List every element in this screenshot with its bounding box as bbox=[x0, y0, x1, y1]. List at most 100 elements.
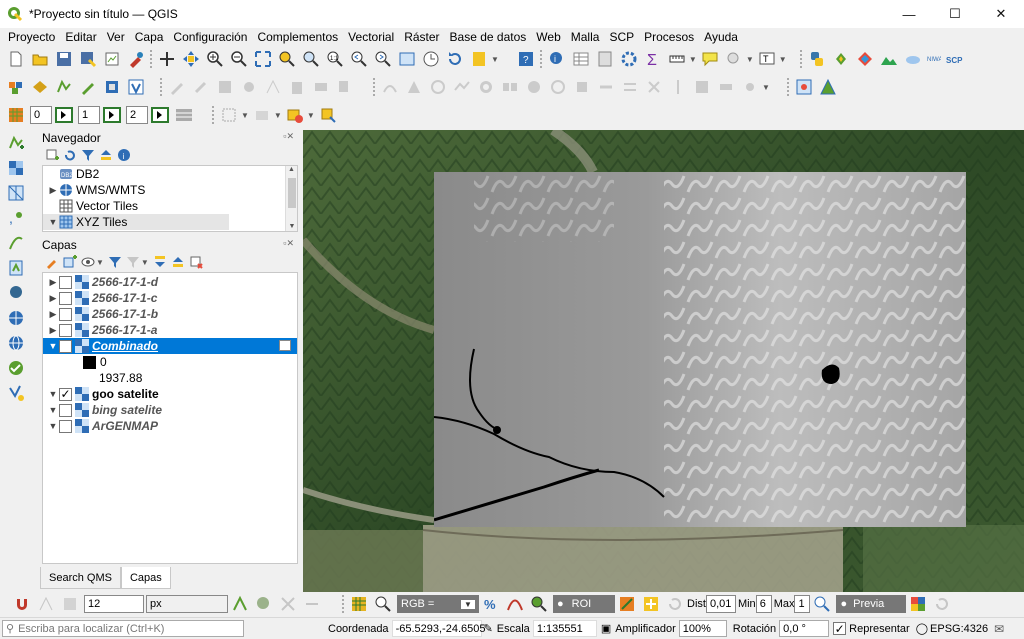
next-arrow-icon-1[interactable] bbox=[54, 105, 74, 125]
add-raster-layer-icon[interactable] bbox=[6, 158, 26, 178]
scp-classification-icon[interactable] bbox=[908, 594, 928, 614]
navigator-scrollbar[interactable]: ▲ ▼ bbox=[285, 166, 297, 231]
delete-part-icon[interactable] bbox=[572, 77, 592, 97]
rotation-field[interactable]: 0,0 ° bbox=[779, 620, 830, 637]
max-field[interactable]: 1 bbox=[794, 595, 811, 613]
roi-field[interactable]: ● ROI bbox=[553, 595, 615, 613]
tab-search-qms[interactable]: Search QMS bbox=[40, 567, 121, 589]
split-parts-icon[interactable] bbox=[668, 77, 688, 97]
layer-properties-icon[interactable] bbox=[279, 340, 291, 351]
current-edits-icon[interactable] bbox=[167, 77, 187, 97]
add-geopackage-icon[interactable] bbox=[6, 233, 26, 253]
select-all-icon[interactable] bbox=[318, 105, 338, 125]
pan-to-selection-icon[interactable] bbox=[181, 49, 201, 69]
data-source-manager-icon[interactable] bbox=[6, 77, 26, 97]
layer-checkbox[interactable] bbox=[59, 307, 72, 321]
maximize-button[interactable]: ☐ bbox=[932, 0, 978, 28]
snap-unit-select[interactable]: px bbox=[146, 595, 228, 613]
temporal-icon[interactable] bbox=[421, 49, 441, 69]
avoid-overlap-icon[interactable] bbox=[254, 594, 274, 614]
reshape-icon[interactable] bbox=[596, 77, 616, 97]
merge-features-icon[interactable] bbox=[692, 77, 712, 97]
open-styling-icon[interactable] bbox=[44, 254, 60, 270]
rgb-field[interactable]: RGB = ▼ bbox=[397, 595, 479, 613]
add-package-layer-icon[interactable] bbox=[30, 77, 50, 97]
map-canvas[interactable] bbox=[303, 130, 1024, 592]
scp-percent-icon[interactable]: % bbox=[481, 594, 501, 614]
raster-preview-icon[interactable] bbox=[174, 105, 194, 125]
help-icon[interactable]: ? bbox=[516, 49, 536, 69]
magnifier-field[interactable]: 100% bbox=[678, 620, 727, 637]
open-project-icon[interactable] bbox=[30, 49, 50, 69]
processing-toolbox-icon[interactable] bbox=[619, 49, 639, 69]
add-vector-layer-left-icon[interactable] bbox=[6, 133, 26, 153]
scp-add-roi-icon[interactable] bbox=[641, 594, 661, 614]
new-print-layout-icon[interactable] bbox=[102, 49, 122, 69]
menu-vectorial[interactable]: Vectorial bbox=[343, 30, 399, 44]
zoom-in-icon[interactable] bbox=[205, 49, 225, 69]
layer-checkbox[interactable] bbox=[59, 419, 72, 433]
next-arrow-icon-2[interactable] bbox=[102, 105, 122, 125]
crs-globe-icon[interactable]: ◯ bbox=[916, 622, 928, 635]
toggle-editing-icon[interactable] bbox=[191, 77, 211, 97]
snapping-magnet-icon[interactable] bbox=[12, 594, 32, 614]
info-icon[interactable]: i bbox=[116, 147, 132, 163]
collapse-arrow-icon[interactable]: ▼ bbox=[47, 389, 59, 399]
filter-legend-icon[interactable] bbox=[107, 254, 123, 270]
save-project-icon[interactable] bbox=[54, 49, 74, 69]
scp-roi-zoom-icon[interactable] bbox=[529, 594, 549, 614]
expand-arrow-icon[interactable]: ▶ bbox=[47, 325, 59, 336]
add-wcs-layer-icon[interactable] bbox=[6, 358, 26, 378]
remove-layer-icon[interactable] bbox=[188, 254, 204, 270]
deselect-all-icon[interactable] bbox=[285, 105, 305, 125]
snap-vertex-icon[interactable] bbox=[36, 594, 56, 614]
minimize-button[interactable]: — bbox=[886, 0, 932, 28]
nav-item-wms[interactable]: ▶ WMS/WMTS bbox=[43, 182, 297, 198]
fill-ring-icon[interactable] bbox=[524, 77, 544, 97]
zoom-out-icon[interactable] bbox=[229, 49, 249, 69]
self-snap-icon[interactable] bbox=[302, 594, 322, 614]
scale-field[interactable]: 1:135551 bbox=[532, 620, 597, 637]
menu-procesos[interactable]: Procesos bbox=[639, 30, 699, 44]
menu-capa[interactable]: Capa bbox=[130, 30, 169, 44]
collapse-arrow-icon[interactable]: ▼ bbox=[47, 217, 59, 227]
add-spatialite-icon[interactable] bbox=[6, 258, 26, 278]
menu-scp[interactable]: SCP bbox=[604, 30, 639, 44]
add-ring-icon[interactable] bbox=[476, 77, 496, 97]
collapse-arrow-icon[interactable]: ▼ bbox=[47, 405, 59, 415]
scp-band-set-icon[interactable] bbox=[349, 594, 369, 614]
statistics-sum-icon[interactable]: Σ bbox=[643, 49, 663, 69]
tile-level-spin-1[interactable]: 0 bbox=[30, 106, 52, 124]
layer-row-combinado[interactable]: ▼ ✓ Combinado bbox=[43, 338, 297, 354]
collapse-all-icon[interactable] bbox=[98, 147, 114, 163]
terrain-icon[interactable] bbox=[879, 49, 899, 69]
cloud-icon[interactable] bbox=[903, 49, 923, 69]
layer-checkbox[interactable] bbox=[59, 275, 72, 289]
zoom-to-layer-icon[interactable] bbox=[301, 49, 321, 69]
identify-icon[interactable]: i bbox=[547, 49, 567, 69]
layer-row-goo-satelite[interactable]: ▼ ✓ goo satelite bbox=[43, 386, 297, 402]
select-features-icon[interactable] bbox=[219, 105, 239, 125]
delete-ring-icon[interactable] bbox=[548, 77, 568, 97]
refresh-navigator-icon[interactable] bbox=[62, 147, 78, 163]
gps-icon[interactable] bbox=[102, 77, 122, 97]
manage-visibility-icon[interactable] bbox=[80, 254, 96, 270]
menu-ver[interactable]: Ver bbox=[102, 30, 130, 44]
coord-toggle-icon[interactable]: ✎ bbox=[484, 622, 493, 635]
expand-arrow-icon[interactable]: ▶ bbox=[47, 293, 59, 304]
render-checkbox[interactable]: ✓ bbox=[833, 622, 847, 635]
coord-field[interactable]: -65.5293,-24.6505 bbox=[391, 620, 485, 637]
layer-row-2566-17-1-a[interactable]: ▶ 2566-17-1-a bbox=[43, 322, 297, 338]
menu-editar[interactable]: Editar bbox=[60, 30, 101, 44]
next-arrow-icon-3[interactable] bbox=[150, 105, 170, 125]
zoom-next-icon[interactable] bbox=[373, 49, 393, 69]
map-tips-icon[interactable] bbox=[700, 49, 720, 69]
select-by-value-icon[interactable] bbox=[252, 105, 272, 125]
scp-create-roi-icon[interactable] bbox=[617, 594, 637, 614]
vertex-tool-icon[interactable] bbox=[263, 77, 283, 97]
delete-selected-icon[interactable] bbox=[287, 77, 307, 97]
add-vector-layer-icon[interactable] bbox=[54, 77, 74, 97]
text-annotation-icon[interactable]: T bbox=[757, 49, 777, 69]
layer-checkbox[interactable] bbox=[59, 323, 72, 337]
new-map-view-icon[interactable] bbox=[397, 49, 417, 69]
